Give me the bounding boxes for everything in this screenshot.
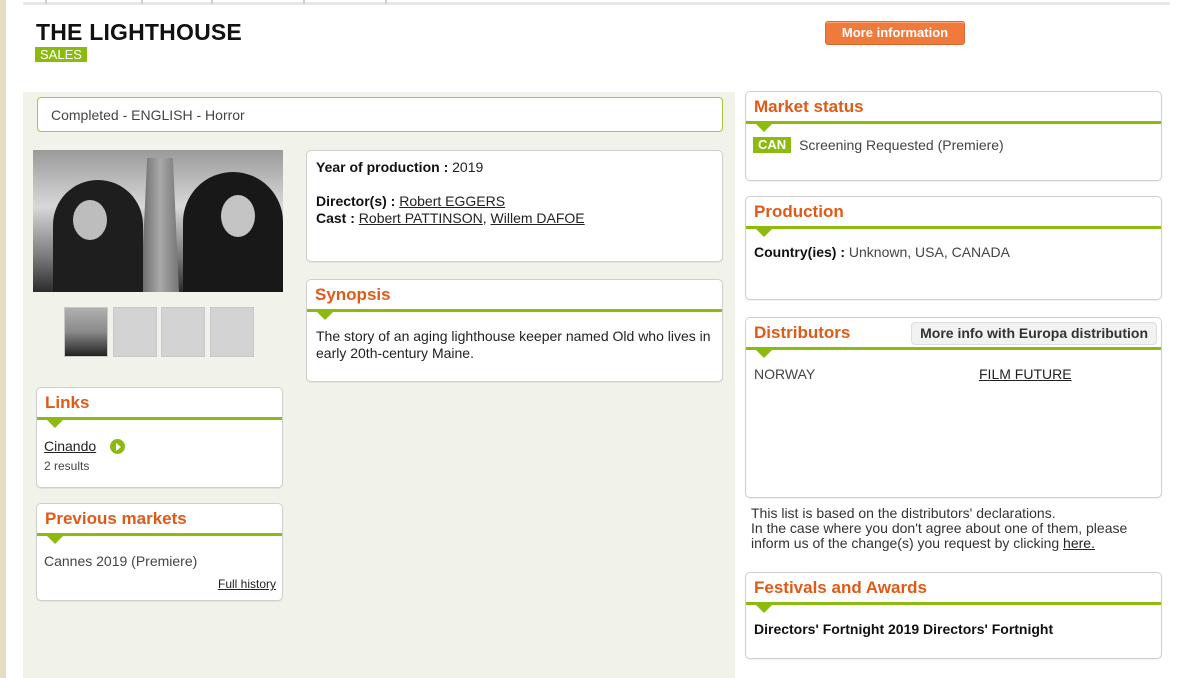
tab-divider [141,0,143,4]
header-arrow-icon [47,420,63,428]
disclaimer-here-link[interactable]: here. [1063,535,1095,551]
tab-divider [385,0,387,4]
header-arrow-icon [317,312,333,320]
tab-divider [303,0,305,4]
production-panel: Production Country(ies) : Unknown, USA, … [745,196,1162,300]
year-row: Year of production : 2019 [316,159,713,176]
previous-markets-heading: Previous markets [45,509,187,528]
header-arrow-icon [47,536,63,544]
cinando-link[interactable]: Cinando [44,438,96,454]
more-information-button[interactable]: More information [825,21,965,45]
production-country-row: Country(ies) : Unknown, USA, CANADA [746,229,1161,260]
market-status-row: CAN Screening Requested (Premiere) [746,124,1161,153]
tab-divider [211,0,213,4]
thumbnail-1[interactable] [64,307,108,357]
top-tab-bar [23,0,1170,5]
disclaimer-line-1: This list is based on the distributors' … [751,505,1056,521]
thumbnail-4[interactable] [210,307,254,357]
year-value: 2019 [452,159,484,175]
film-still-image[interactable] [33,150,283,292]
synopsis-panel: Synopsis The story of an aging lighthous… [306,279,723,382]
left-edge-strip [0,0,6,678]
full-history-link[interactable]: Full history [218,577,276,591]
cast-row: Cast : Robert PATTINSON, Willem DAFOE [316,210,713,227]
distributors-panel: Distributors More info with Europa distr… [745,317,1162,498]
face-left [73,200,107,240]
disclaimer-line-2: In the case where you don't agree about … [751,521,1161,551]
cast-label: Cast : [316,210,355,226]
links-header: Links [37,388,282,428]
distributors-header: Distributors More info with Europa distr… [746,318,1161,358]
directors-row: Director(s) : Robert EGGERS [316,193,713,210]
production-heading: Production [754,202,844,221]
market-status-heading: Market status [754,97,864,116]
thumbnail-2[interactable] [113,307,157,357]
cast-link-1[interactable]: Robert PATTINSON [359,210,483,226]
distributor-country: NORWAY [754,366,816,382]
director-link[interactable]: Robert EGGERS [399,193,505,209]
festivals-panel: Festivals and Awards Directors' Fortnigh… [745,572,1162,659]
synopsis-text: The story of an aging lighthouse keeper … [316,328,711,361]
header-arrow-icon [756,605,772,613]
sales-badge: SALES [35,47,87,62]
links-heading: Links [45,393,90,412]
links-body: Cinando 2 results [37,420,282,473]
film-title: THE LIGHTHOUSE [36,19,242,45]
country-label: Country(ies) : [754,244,845,260]
market-status-text: Screening Requested (Premiere) [799,137,1004,153]
film-info-panel: Year of production : 2019 Director(s) : … [306,150,723,262]
links-panel: Links Cinando 2 results [36,387,283,488]
distributor-company-link[interactable]: FILM FUTURE [979,366,1072,382]
distributors-disclaimer: This list is based on the distributors' … [751,506,1161,551]
thumbnail-3[interactable] [161,307,205,357]
header-arrow-icon [756,229,772,237]
cast-link-2[interactable]: Willem DAFOE [491,210,585,226]
market-status-panel: Market status CAN Screening Requested (P… [745,91,1162,181]
previous-market-item: Cannes 2019 (Premiere) [44,553,198,569]
synopsis-heading: Synopsis [315,285,391,304]
production-header: Production [746,197,1161,237]
cast-separator: , [482,210,487,226]
face-right [221,195,255,237]
festival-item: Directors' Fortnight 2019 Directors' For… [754,621,1054,637]
market-status-header: Market status [746,92,1161,132]
festivals-heading: Festivals and Awards [754,578,927,597]
previous-markets-header: Previous markets [37,504,282,544]
country-value: Unknown, USA, CANADA [848,244,1010,260]
distributors-heading: Distributors [754,323,851,342]
festivals-header: Festivals and Awards [746,573,1161,613]
distributor-row: NORWAY FILM FUTURE [746,350,1161,382]
play-icon[interactable] [110,439,126,454]
tab-divider [45,0,47,4]
header-arrow-icon [756,124,772,132]
can-badge: CAN [753,137,792,153]
europa-distribution-button[interactable]: More info with Europa distribution [911,322,1157,345]
directors-label: Director(s) : [316,193,396,209]
year-label: Year of production : [316,159,449,175]
links-results: 2 results [44,459,90,473]
previous-markets-panel: Previous markets Cannes 2019 (Premiere) … [36,503,283,601]
lighthouse-shape [140,158,180,292]
synopsis-header: Synopsis [307,280,722,320]
genre-line: Completed - ENGLISH - Horror [37,97,723,132]
